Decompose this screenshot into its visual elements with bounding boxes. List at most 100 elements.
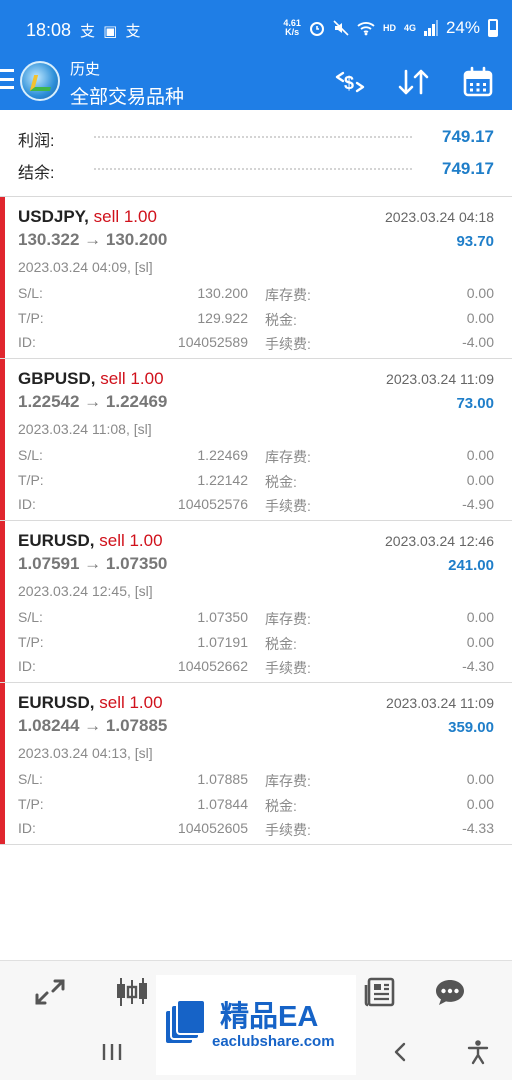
sell-indicator [0, 683, 5, 844]
tp-label: T/P: [18, 796, 44, 812]
watermark-brand: 精品EA [220, 1001, 319, 1033]
id-label: ID: [18, 334, 36, 350]
id-value: 104052662 [177, 658, 248, 674]
watermark-site: eaclubshare.com [212, 1033, 335, 1050]
sl-label: S/L: [18, 285, 43, 301]
trade-item[interactable]: USDJPY, sell 1.00 2023.03.24 04:18 130.3… [0, 197, 512, 359]
alarm-icon [309, 22, 324, 36]
currency-filter-icon[interactable]: $ [332, 64, 368, 100]
sl-label: S/L: [18, 771, 43, 787]
close-time: 2023.03.24 04:18 [385, 209, 494, 225]
trade-profit: 93.70 [456, 233, 494, 250]
id-label: ID: [18, 496, 36, 512]
fee-value: -4.30 [462, 658, 494, 674]
battery-percent: 24% [445, 18, 480, 37]
swap-label: 库存费: [265, 773, 311, 789]
tp-value: 1.22142 [197, 472, 248, 488]
hd-badge: HD [382, 23, 396, 33]
quotes-icon[interactable] [30, 975, 70, 1009]
trade-list: USDJPY, sell 1.00 2023.03.24 04:18 130.3… [0, 197, 512, 845]
open-time: 2023.03.24 04:13, [sl] [18, 745, 153, 761]
accessibility-icon[interactable] [458, 1037, 498, 1067]
sl-value: 130.200 [197, 285, 248, 301]
close-time: 2023.03.24 11:09 [386, 695, 494, 711]
swap-label: 库存费: [265, 287, 311, 303]
svg-text:$: $ [344, 73, 354, 93]
swap-value: 0.00 [466, 447, 494, 463]
trade-item[interactable]: EURUSD, sell 1.00 2023.03.24 12:46 1.075… [0, 521, 512, 683]
balance-row: 结余: 749.17 [0, 152, 512, 184]
recent-apps-icon[interactable] [92, 1037, 132, 1067]
wifi-icon [357, 22, 375, 36]
fee-value: -4.00 [462, 334, 494, 350]
id-value: 104052576 [177, 496, 248, 512]
sort-icon[interactable] [396, 64, 432, 100]
tp-value: 1.07844 [197, 796, 248, 812]
watermark: 精品EA eaclubshare.com [156, 975, 356, 1075]
trade-side: sell 1.00 [93, 207, 157, 226]
open-time: 2023.03.24 12:45, [sl] [18, 583, 153, 599]
history-icon[interactable] [360, 975, 400, 1009]
tp-label: T/P: [18, 310, 44, 326]
trade-side: sell 1.00 [99, 693, 163, 712]
status-right: 4.61 K/s HD 4G 24% [283, 18, 498, 38]
sl-value: 1.07350 [197, 609, 248, 625]
app-bar: 历史 全部交易品种 $ [0, 56, 512, 110]
id-value: 104052589 [177, 334, 248, 350]
sell-indicator [0, 197, 5, 358]
tax-value: 0.00 [466, 472, 494, 488]
profit-value: 749.17 [442, 127, 494, 146]
swap-value: 0.00 [466, 609, 494, 625]
symbol-filter-label[interactable]: 全部交易品种 [70, 82, 184, 109]
mute-icon [333, 20, 349, 36]
trade-prices: 130.322 → 130.200 [18, 230, 168, 249]
dotted-leader [94, 168, 412, 170]
signal-icon [423, 20, 438, 36]
notification-icons: 支 ▣ 支 [80, 23, 143, 40]
menu-icon[interactable] [0, 69, 14, 89]
id-value: 104052605 [177, 820, 248, 836]
sl-label: S/L: [18, 447, 43, 463]
trade-prices: 1.22542 → 1.22469 [18, 392, 168, 411]
swap-label: 库存费: [265, 449, 311, 465]
trade-profit: 73.00 [456, 395, 494, 412]
trade-profit: 241.00 [448, 557, 494, 574]
swap-value: 0.00 [466, 285, 494, 301]
app-logo-icon [20, 61, 60, 101]
tax-value: 0.00 [466, 310, 494, 326]
tax-value: 0.00 [466, 634, 494, 650]
sl-value: 1.07885 [197, 771, 248, 787]
open-time: 2023.03.24 04:09, [sl] [18, 259, 153, 275]
tax-value: 0.00 [466, 796, 494, 812]
close-time: 2023.03.24 12:46 [385, 533, 494, 549]
profit-row: 利润: 749.17 [0, 120, 512, 152]
back-icon[interactable] [380, 1037, 420, 1067]
fee-label: 手续费: [265, 660, 311, 676]
fee-label: 手续费: [265, 822, 311, 838]
trade-side: sell 1.00 [100, 369, 164, 388]
status-time: 18:08 [26, 20, 72, 40]
watermark-logo-icon [164, 999, 208, 1047]
fee-value: -4.90 [462, 496, 494, 512]
trade-item[interactable]: EURUSD, sell 1.00 2023.03.24 11:09 1.082… [0, 683, 512, 845]
trade-item[interactable]: GBPUSD, sell 1.00 2023.03.24 11:09 1.225… [0, 359, 512, 521]
trade-symbol: USDJPY, [18, 207, 89, 226]
signal-label: 4G [403, 23, 416, 33]
messages-icon[interactable] [430, 975, 470, 1009]
close-time: 2023.03.24 11:09 [386, 371, 494, 387]
profit-label: 利润: [18, 133, 55, 150]
tp-value: 1.07191 [197, 634, 248, 650]
calendar-icon[interactable] [460, 64, 496, 100]
fee-label: 手续费: [265, 336, 311, 352]
sell-indicator [0, 359, 5, 520]
trade-prices: 1.07591 → 1.07350 [18, 554, 168, 573]
balance-value: 749.17 [442, 159, 494, 178]
tax-label: 税金: [265, 636, 297, 652]
chart-icon[interactable] [112, 975, 152, 1009]
trade-symbol: EURUSD, [18, 531, 95, 550]
tp-label: T/P: [18, 472, 44, 488]
open-time: 2023.03.24 11:08, [sl] [18, 421, 152, 437]
battery-icon [488, 19, 498, 37]
summary-panel: 利润: 749.17 结余: 749.17 [0, 120, 512, 184]
page-title: 历史 [70, 61, 101, 78]
